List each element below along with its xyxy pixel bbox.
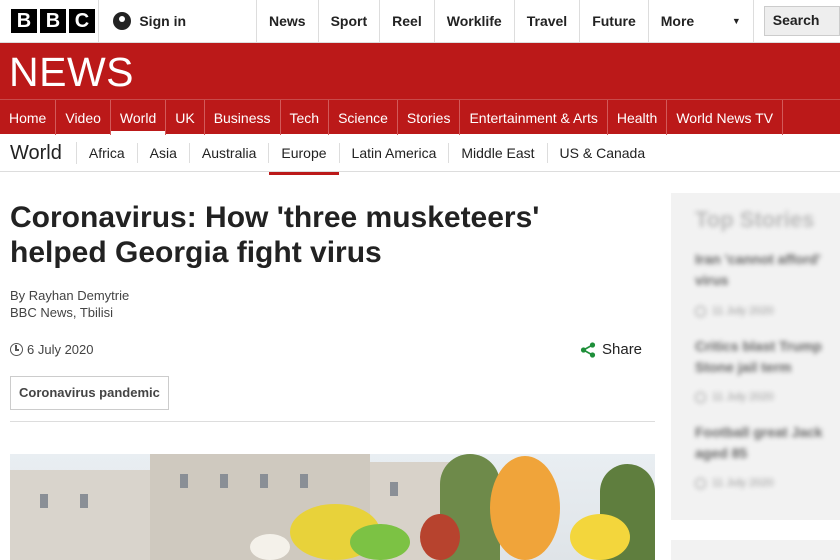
primary-nav-health[interactable]: Health xyxy=(608,100,668,135)
headline-line-1: Coronavirus: How 'three musketeers' xyxy=(10,201,540,234)
window xyxy=(80,494,88,508)
story-1-date-label: 11 July 2020 xyxy=(712,305,774,317)
balloon-red xyxy=(420,514,460,560)
bbc-logo-letter-3: C xyxy=(69,9,95,33)
clock-icon xyxy=(10,343,23,356)
clock-icon xyxy=(695,305,706,317)
master-nav-future[interactable]: Future xyxy=(579,0,648,42)
primary-nav-video[interactable]: Video xyxy=(56,100,111,135)
secondary-nav-asia[interactable]: Asia xyxy=(138,142,190,163)
balloon-white xyxy=(250,534,290,560)
primary-nav-tech[interactable]: Tech xyxy=(281,100,330,135)
byline-author: By Rayhan Demytrie xyxy=(10,288,130,303)
master-nav-sport[interactable]: Sport xyxy=(317,0,380,42)
primary-nav-entertainment[interactable]: Entertainment & Arts xyxy=(460,100,608,135)
share-button[interactable]: Share xyxy=(580,341,642,358)
story-2-date-label: 11 July 2020 xyxy=(712,391,774,403)
bbc-logo[interactable]: B B C xyxy=(0,0,98,42)
story-3[interactable]: Football great Jack aged 85 xyxy=(695,422,840,464)
bbc-logo-letter-1: B xyxy=(11,9,37,33)
divider xyxy=(10,421,655,422)
article-headline: Coronavirus: How 'three musketeers' help… xyxy=(10,200,610,270)
more-label: More xyxy=(660,13,695,29)
primary-nav-world-news-tv[interactable]: World News TV xyxy=(667,100,784,135)
window xyxy=(390,482,398,496)
story-1-date: 11 July 2020 xyxy=(695,305,774,317)
window xyxy=(300,474,308,488)
story-2-title-line-1: Critics blast Trump xyxy=(695,338,822,354)
share-icon xyxy=(580,341,596,358)
byline: By Rayhan Demytrie BBC News, Tbilisi xyxy=(10,287,129,321)
chevron-down-icon: ▼ xyxy=(731,16,741,26)
master-nav-news[interactable]: News xyxy=(256,0,318,42)
date-label: 6 July 2020 xyxy=(27,342,94,357)
story-3-title-line-1: Football great Jack xyxy=(695,424,823,440)
story-1-title-line-1: Iran 'cannot afford' xyxy=(695,251,821,267)
sidebar-next-panel xyxy=(671,540,840,560)
building-left xyxy=(10,470,150,560)
primary-nav-business[interactable]: Business xyxy=(205,100,281,135)
master-nav: News Sport Reel Worklife Travel Future M… xyxy=(256,0,754,42)
section-title[interactable]: World xyxy=(0,141,77,164)
bbc-logo-letter-2: B xyxy=(40,9,66,33)
story-3-date: 11 July 2020 xyxy=(695,477,774,489)
balloon-yellow xyxy=(570,514,630,560)
secondary-nav-africa[interactable]: Africa xyxy=(77,142,138,163)
master-nav-reel[interactable]: Reel xyxy=(379,0,434,42)
primary-nav: Home Video World UK Business Tech Scienc… xyxy=(0,99,840,135)
search-input[interactable]: Search xyxy=(763,6,840,36)
topic-tag[interactable]: Coronavirus pandemic xyxy=(10,376,169,410)
clock-icon xyxy=(695,391,706,403)
article-date: 6 July 2020 xyxy=(10,342,94,357)
story-3-title-line-2: aged 85 xyxy=(695,445,748,461)
story-3-date-label: 11 July 2020 xyxy=(712,477,774,489)
secondary-nav-europe[interactable]: Europe xyxy=(269,142,340,175)
user-icon xyxy=(113,12,132,30)
window xyxy=(180,474,188,488)
secondary-nav: World Africa Asia Australia Europe Latin… xyxy=(0,134,840,175)
balloon-orange xyxy=(490,456,560,560)
news-title[interactable]: NEWS xyxy=(9,49,134,96)
primary-nav-uk[interactable]: UK xyxy=(166,100,205,135)
primary-nav-science[interactable]: Science xyxy=(329,100,398,135)
masthead: B B C Sign in News Sport Reel Worklife T… xyxy=(0,0,840,43)
news-band: NEWS Home Video World UK Business Tech S… xyxy=(0,43,840,135)
window xyxy=(40,494,48,508)
signin-link[interactable]: Sign in xyxy=(98,0,256,42)
hero-image xyxy=(10,454,655,560)
story-2-title-line-2: Stone jail term xyxy=(695,359,792,375)
story-1-title-line-2: virus xyxy=(695,272,729,288)
byline-outlet: BBC News, Tbilisi xyxy=(10,305,114,320)
top-stories-title: Top Stories xyxy=(695,207,815,232)
balloon-green xyxy=(350,524,410,560)
story-2[interactable]: Critics blast Trump Stone jail term xyxy=(695,336,840,378)
secondary-nav-middle-east[interactable]: Middle East xyxy=(449,142,548,163)
secondary-nav-australia[interactable]: Australia xyxy=(190,142,270,163)
headline-line-2: helped Georgia fight virus xyxy=(10,236,382,269)
secondary-nav-us-canada[interactable]: US & Canada xyxy=(548,143,658,163)
primary-nav-stories[interactable]: Stories xyxy=(398,100,461,135)
top-stories-sidebar: Top Stories Iran 'cannot afford' virus 1… xyxy=(671,193,840,520)
secondary-nav-latin-america[interactable]: Latin America xyxy=(340,142,450,163)
story-2-date: 11 July 2020 xyxy=(695,391,774,403)
master-nav-worklife[interactable]: Worklife xyxy=(433,0,514,42)
signin-label: Sign in xyxy=(139,13,187,29)
share-label: Share xyxy=(602,341,643,358)
primary-nav-home[interactable]: Home xyxy=(0,100,57,135)
window xyxy=(260,474,268,488)
window xyxy=(220,474,228,488)
primary-nav-world[interactable]: World xyxy=(110,100,167,135)
story-1[interactable]: Iran 'cannot afford' virus xyxy=(695,249,840,291)
master-nav-more[interactable]: More ▼ xyxy=(647,0,754,42)
master-nav-travel[interactable]: Travel xyxy=(513,0,579,42)
clock-icon xyxy=(695,477,706,489)
